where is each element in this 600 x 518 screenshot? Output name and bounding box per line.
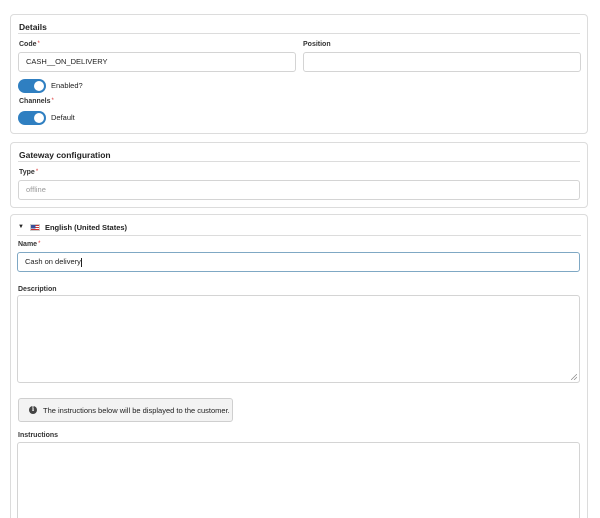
toggle-knob: [34, 81, 44, 91]
position-input[interactable]: [303, 52, 581, 72]
language-label: English (United States): [44, 222, 128, 232]
required-marker: *: [38, 241, 41, 247]
text-caret: [80, 257, 82, 267]
type-input: offline: [18, 180, 580, 200]
channels-label: Channels*: [19, 98, 54, 105]
translation-divider: [17, 235, 581, 236]
required-marker: *: [35, 169, 39, 175]
notice-text: The instructions below will be displayed…: [43, 405, 230, 415]
resize-handle-icon[interactable]: [571, 374, 577, 380]
required-marker: *: [51, 98, 54, 104]
enabled-toggle[interactable]: [18, 79, 46, 93]
triangle-down-icon: ▼: [18, 224, 24, 230]
details-title: Details: [19, 22, 47, 32]
position-label: Position: [303, 41, 331, 48]
name-label: Name*: [18, 241, 41, 248]
description-label: Description: [18, 286, 57, 293]
instructions-textarea[interactable]: [17, 442, 580, 518]
channel-default-label: Default: [51, 113, 75, 122]
type-label: Type*: [19, 169, 39, 176]
description-textarea[interactable]: [17, 295, 580, 383]
code-label: Code*: [19, 41, 40, 48]
code-input[interactable]: CASH__ON_DELIVERY: [18, 52, 296, 72]
language-toggle[interactable]: ▼ English (United States): [18, 222, 127, 232]
channel-default-toggle[interactable]: [18, 111, 46, 125]
enabled-label: Enabled?: [51, 81, 83, 90]
toggle-knob: [34, 113, 44, 123]
name-input[interactable]: Cash on delivery: [17, 252, 580, 272]
gateway-divider: [18, 161, 580, 162]
instructions-notice: i The instructions below will be display…: [18, 398, 233, 422]
required-marker: *: [37, 41, 40, 47]
instructions-label: Instructions: [18, 432, 59, 439]
details-divider: [18, 33, 580, 34]
name-input-value: Cash on delivery: [25, 257, 81, 266]
info-circle-icon: i: [29, 406, 37, 414]
gateway-card: Gateway configuration Type* offline: [10, 142, 588, 208]
us-flag-icon: [29, 223, 40, 231]
gateway-title: Gateway configuration: [19, 150, 111, 160]
details-card: Details Code* CASH__ON_DELIVERY Position…: [10, 14, 588, 134]
